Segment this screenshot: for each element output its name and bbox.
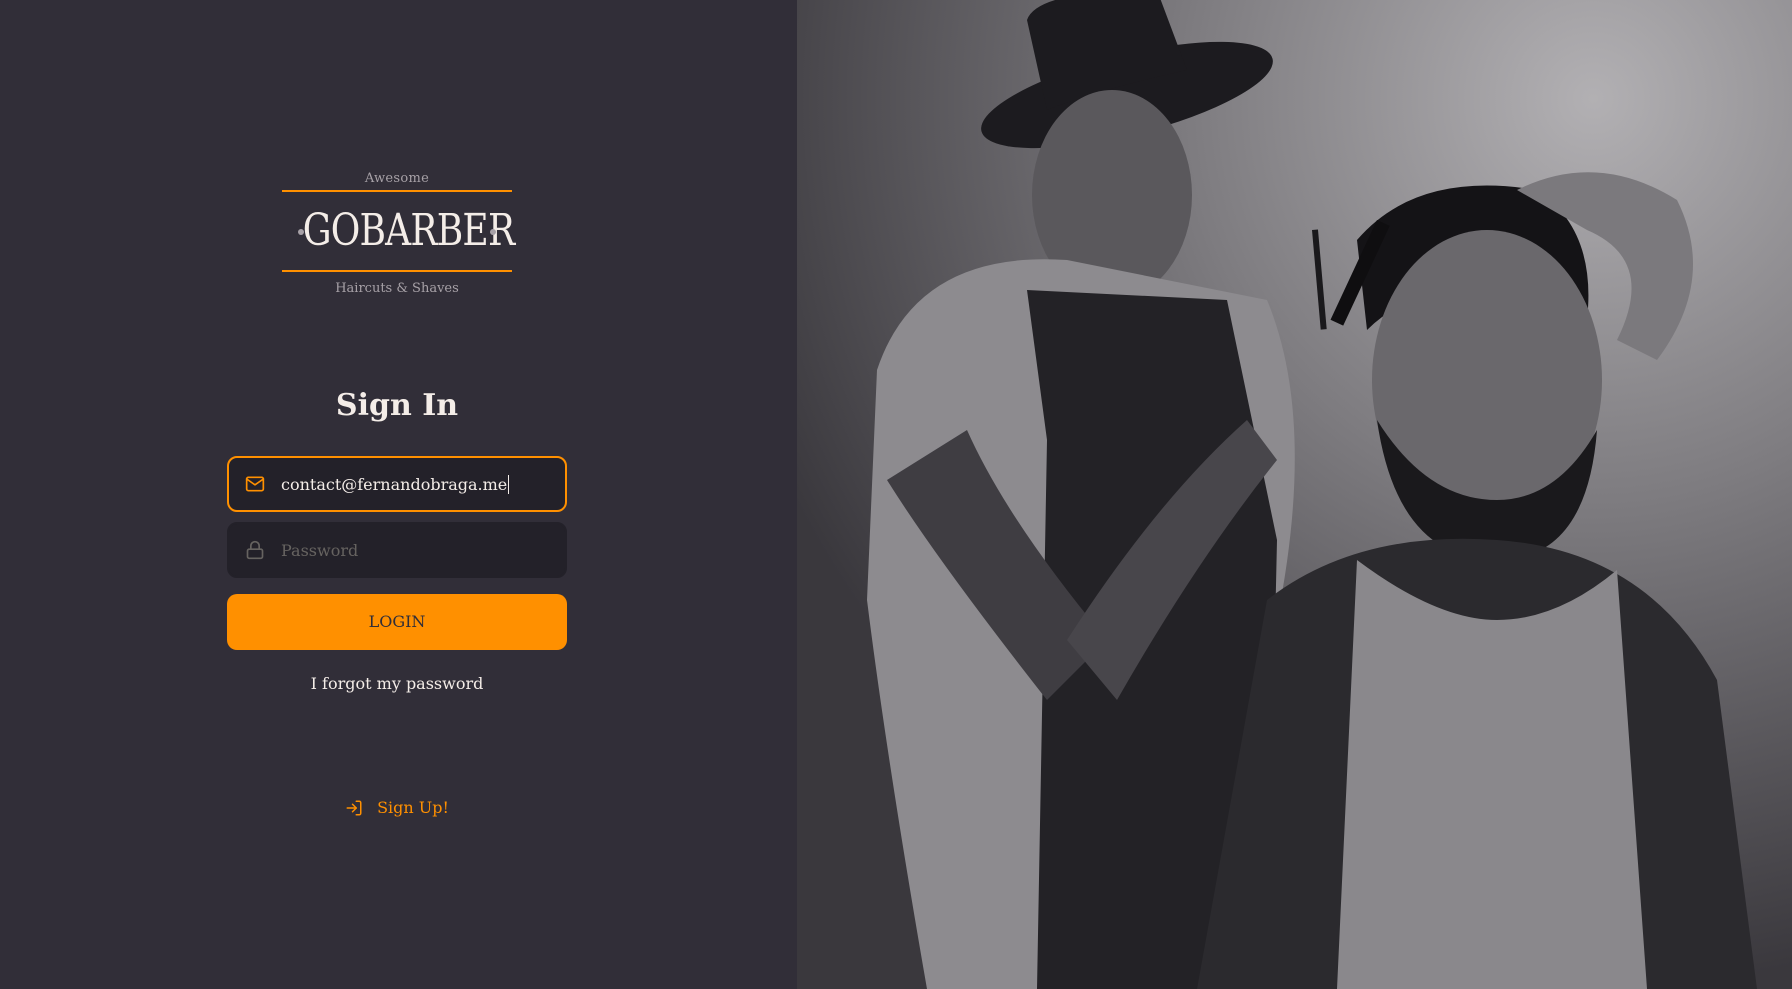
hero-image — [797, 0, 1792, 989]
logo-dot-right — [490, 229, 496, 235]
email-field[interactable]: contact@fernandobraga.me — [227, 456, 567, 512]
sign-in-page: Awesome GOBARBER Haircuts & Shaves Sign … — [0, 0, 1792, 989]
lock-icon — [245, 540, 265, 560]
mail-icon — [245, 474, 265, 494]
sign-up-link[interactable]: Sign Up! — [227, 798, 567, 817]
logo-brand-name: GOBARBER — [302, 205, 515, 256]
password-placeholder: Password — [281, 540, 359, 560]
sign-up-label: Sign Up! — [377, 798, 449, 817]
logo-main-wrap: GOBARBER — [282, 192, 515, 270]
password-field[interactable]: Password — [227, 522, 567, 578]
login-button[interactable]: LOGIN — [227, 594, 567, 650]
logo-tagline: Haircuts & Shaves — [335, 281, 459, 296]
text-caret — [508, 474, 510, 494]
forgot-password-link[interactable]: I forgot my password — [227, 674, 567, 693]
log-in-icon — [345, 799, 363, 817]
content-panel: Awesome GOBARBER Haircuts & Shaves Sign … — [0, 0, 797, 989]
page-title: Sign In — [335, 388, 459, 423]
logo: Awesome GOBARBER Haircuts & Shaves — [282, 168, 515, 306]
barber-photo-illustration — [797, 0, 1792, 989]
email-value: contact@fernandobraga.me — [281, 474, 510, 494]
logo-top-text: Awesome — [364, 171, 430, 186]
